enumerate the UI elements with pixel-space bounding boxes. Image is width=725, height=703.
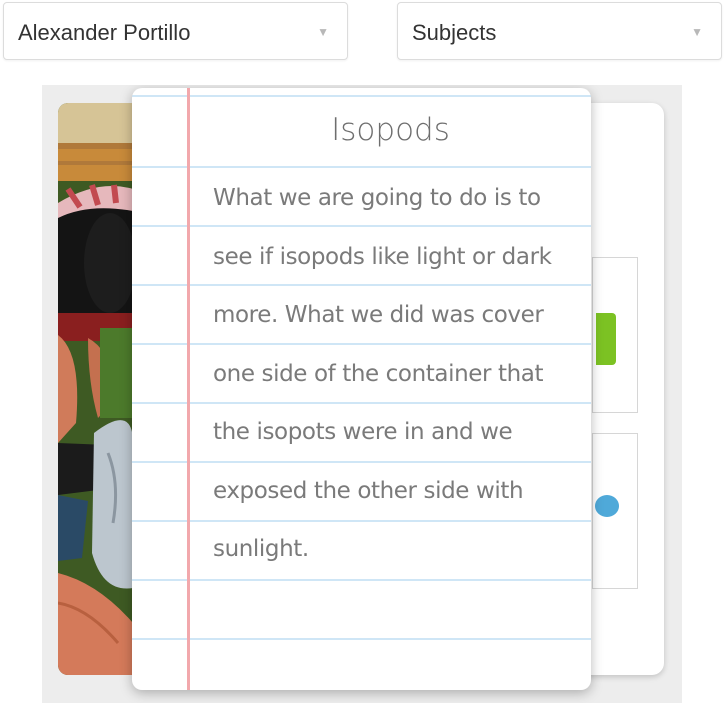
student-select-value: Alexander Portillo <box>18 20 191 45</box>
photo-image <box>58 103 133 675</box>
journal-viewer: Isopods What we are going to do is to se… <box>42 85 682 703</box>
entry-text: What we are going to do is to see if iso… <box>213 185 552 562</box>
notebook-page: Isopods What we are going to do is to se… <box>132 88 591 690</box>
subject-select-value: Subjects <box>412 20 497 45</box>
green-badge <box>596 313 616 365</box>
blue-dot-icon <box>595 495 619 517</box>
subject-select[interactable]: Subjects ▼ <box>397 2 722 60</box>
student-photo[interactable] <box>58 103 133 675</box>
chevron-down-icon: ▼ <box>317 25 329 39</box>
entry-title: Isopods <box>331 112 450 148</box>
margin-line <box>187 88 190 690</box>
chevron-down-icon: ▼ <box>691 25 703 39</box>
student-select[interactable]: Alexander Portillo ▼ <box>3 2 348 60</box>
